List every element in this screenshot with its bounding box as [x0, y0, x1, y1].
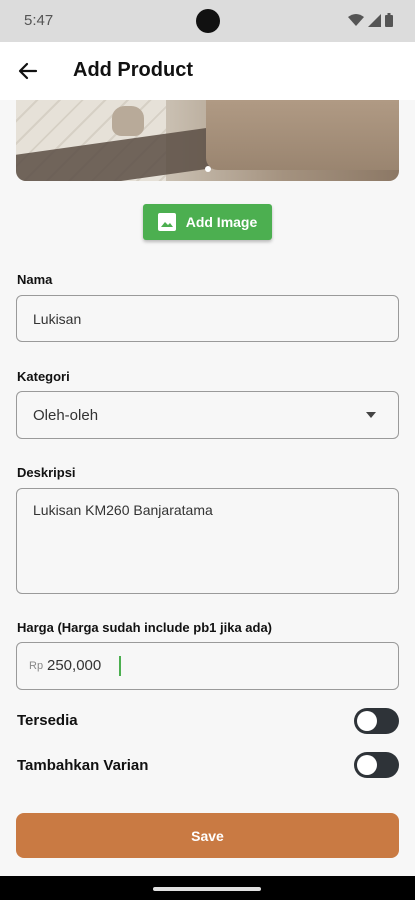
- switch-thumb: [357, 711, 377, 731]
- deskripsi-textarea[interactable]: Lukisan KM260 Banjaratama: [16, 488, 399, 594]
- battery-icon: [385, 13, 393, 27]
- status-time: 5:47: [24, 12, 54, 29]
- add-image-button[interactable]: Add Image: [143, 204, 272, 240]
- home-indicator[interactable]: [153, 887, 261, 891]
- save-button[interactable]: Save: [16, 813, 399, 858]
- harga-value: 250,000: [47, 657, 102, 674]
- kategori-label: Kategori: [17, 369, 70, 384]
- kategori-value: Oleh-oleh: [33, 407, 99, 424]
- photo-cat: [112, 106, 144, 136]
- status-bar: 5:47: [0, 0, 415, 42]
- page-title: Add Product: [73, 59, 193, 81]
- kategori-select[interactable]: Oleh-oleh: [16, 391, 399, 439]
- image-icon: [157, 213, 176, 231]
- system-nav-bar: [0, 876, 415, 900]
- harga-prefix: Rp: [29, 660, 44, 672]
- varian-label: Tambahkan Varian: [17, 757, 149, 774]
- save-label: Save: [191, 827, 224, 844]
- tersedia-label: Tersedia: [17, 712, 78, 729]
- deskripsi-label: Deskripsi: [17, 465, 76, 480]
- back-button[interactable]: [14, 57, 42, 85]
- status-icons: [348, 13, 393, 27]
- tersedia-switch[interactable]: [354, 708, 399, 734]
- arrow-left-icon: [18, 62, 38, 80]
- deskripsi-value: Lukisan KM260 Banjaratama: [33, 502, 213, 518]
- add-image-label: Add Image: [185, 214, 258, 230]
- nama-input[interactable]: Lukisan: [16, 295, 399, 342]
- varian-switch[interactable]: [354, 752, 399, 778]
- signal-icon: [368, 13, 381, 27]
- dropdown-arrow-icon: [366, 412, 376, 418]
- harga-input[interactable]: Rp 250,000: [16, 642, 399, 690]
- photo-sofa: [206, 100, 399, 170]
- camera-cutout: [196, 9, 220, 33]
- switch-thumb: [357, 755, 377, 775]
- nama-label: Nama: [17, 272, 53, 287]
- text-cursor: [119, 656, 121, 676]
- nama-value: Lukisan: [33, 311, 82, 327]
- carousel-dot: [205, 166, 211, 172]
- harga-label: Harga (Harga sudah include pb1 jika ada): [17, 620, 273, 635]
- wifi-icon: [348, 13, 364, 26]
- app-bar: Add Product: [0, 42, 415, 100]
